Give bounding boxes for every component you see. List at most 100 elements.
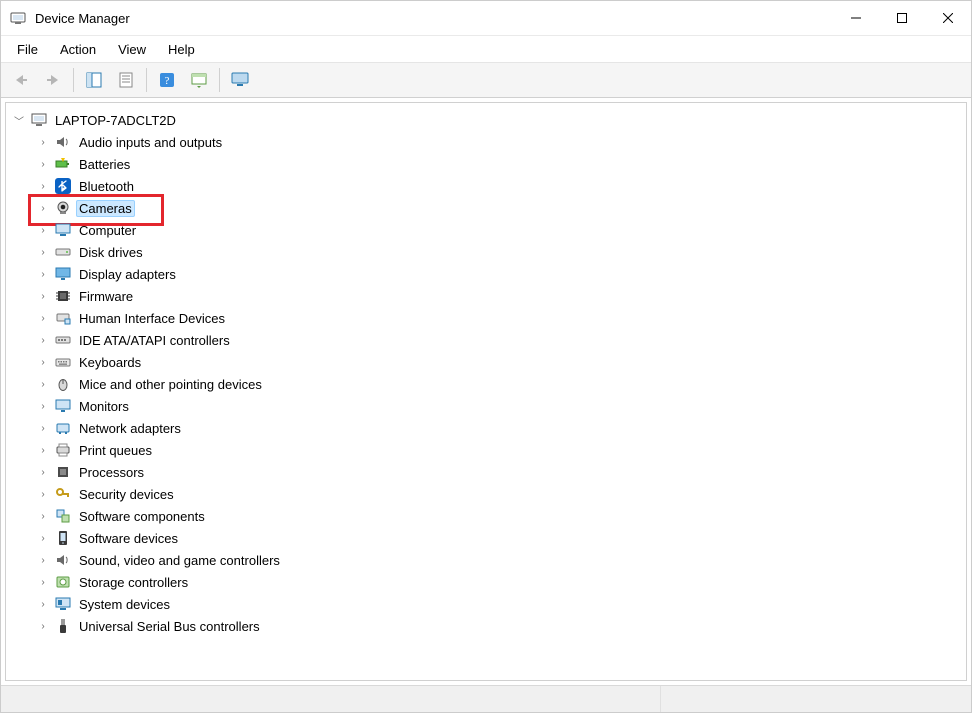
expand-icon[interactable]: › [36,509,50,523]
menu-view[interactable]: View [110,39,154,60]
tree-item-swdev[interactable]: ›Software devices [36,527,964,549]
expand-icon[interactable]: › [36,223,50,237]
tree-row[interactable]: ›Network adapters [36,417,964,439]
ide-icon [54,331,72,349]
tree-item-bluetooth[interactable]: ›Bluetooth [36,175,964,197]
expand-icon[interactable]: › [36,289,50,303]
minimize-button[interactable] [833,1,879,35]
nav-forward-button[interactable] [39,66,67,94]
tree-row[interactable]: › IDE ATA/ATAPI controllers [36,329,964,351]
tree-item-ide[interactable]: › IDE ATA/ATAPI controllers [36,329,964,351]
tree-row[interactable]: ›Cameras [36,197,964,219]
tree-row[interactable]: › Universal Serial Bus controllers [36,615,964,637]
tree-item-monitors[interactable]: ›Monitors [36,395,964,417]
properties-button[interactable] [112,66,140,94]
tree-item-network[interactable]: ›Network adapters [36,417,964,439]
tree-item-swcomp[interactable]: ›Software components [36,505,964,527]
expand-icon[interactable]: › [36,245,50,259]
tree-item-label: Processors [76,464,147,481]
expand-icon[interactable]: › [36,355,50,369]
expand-icon[interactable]: › [36,421,50,435]
display-icon [54,265,72,283]
tree-row[interactable]: ›Disk drives [36,241,964,263]
expand-icon[interactable]: › [36,575,50,589]
tree-item-label: System devices [76,596,173,613]
mouse-icon [54,375,72,393]
expand-icon[interactable]: › [36,201,50,215]
tree-row[interactable]: ›Print queues [36,439,964,461]
tree-row[interactable]: ›Software devices [36,527,964,549]
menu-help[interactable]: Help [160,39,203,60]
tree-item-label: IDE ATA/ATAPI controllers [76,332,233,349]
tree-item-cameras[interactable]: ›Cameras [36,197,964,219]
monitor-icon [54,221,72,239]
help-button[interactable]: ? [153,66,181,94]
show-hide-tree-button[interactable] [80,66,108,94]
tree-row[interactable]: ›Batteries [36,153,964,175]
chip-icon [54,287,72,305]
tree-item-batteries[interactable]: ›Batteries [36,153,964,175]
tree-row[interactable]: ›Display adapters [36,263,964,285]
tree-item-keyboards[interactable]: ›Keyboards [36,351,964,373]
expand-icon[interactable]: › [36,443,50,457]
tree-item-system[interactable]: › System devices [36,593,964,615]
tree-root[interactable]: ﹀ LAPTOP-7ADCLT2D ›Audio inputs and outp… [12,109,964,637]
collapse-icon[interactable]: ﹀ [12,113,26,127]
camera-icon [54,199,72,217]
tree-row[interactable]: ›Software components [36,505,964,527]
tree-row[interactable]: ›Bluetooth [36,175,964,197]
tree-item-processors[interactable]: › Processors [36,461,964,483]
expand-icon[interactable]: › [36,157,50,171]
expand-icon[interactable]: › [36,487,50,501]
tree-root-row[interactable]: ﹀ LAPTOP-7ADCLT2D [12,109,964,131]
tree-row[interactable]: ›Audio inputs and outputs [36,131,964,153]
tree-row[interactable]: ›Human Interface Devices [36,307,964,329]
tree-item-firmware[interactable]: ›Firmware [36,285,964,307]
expand-icon[interactable]: › [36,333,50,347]
expand-icon[interactable]: › [36,465,50,479]
expand-icon[interactable]: › [36,399,50,413]
tree-row[interactable]: ›Firmware [36,285,964,307]
tree-item-storage[interactable]: ›Storage controllers [36,571,964,593]
drive-icon [54,243,72,261]
device-tree-pane[interactable]: ﹀ LAPTOP-7ADCLT2D ›Audio inputs and outp… [5,102,967,681]
tree-item-security[interactable]: ›Security devices [36,483,964,505]
tree-item-display[interactable]: ›Display adapters [36,263,964,285]
menu-file[interactable]: File [9,39,46,60]
key-icon [54,485,72,503]
tree-item-sound[interactable]: ›Sound, video and game controllers [36,549,964,571]
tree-row[interactable]: › System devices [36,593,964,615]
expand-icon[interactable]: › [36,267,50,281]
tree-row[interactable]: ›Storage controllers [36,571,964,593]
expand-icon[interactable]: › [36,135,50,149]
tree-row[interactable]: ›Sound, video and game controllers [36,549,964,571]
expand-icon[interactable]: › [36,619,50,633]
tree-item-usb[interactable]: › Universal Serial Bus controllers [36,615,964,637]
tree-row[interactable]: ›Monitors [36,395,964,417]
tree-item-print[interactable]: ›Print queues [36,439,964,461]
expand-icon[interactable]: › [36,377,50,391]
expand-icon[interactable]: › [36,531,50,545]
devices-button[interactable] [226,66,254,94]
network-icon [54,419,72,437]
tree-row[interactable]: › Processors [36,461,964,483]
expand-icon[interactable]: › [36,311,50,325]
tree-item-hid[interactable]: ›Human Interface Devices [36,307,964,329]
expand-icon[interactable]: › [36,179,50,193]
tree-row[interactable]: ›Mice and other pointing devices [36,373,964,395]
tree-item-disk[interactable]: ›Disk drives [36,241,964,263]
nav-back-button[interactable] [7,66,35,94]
expand-icon[interactable]: › [36,597,50,611]
close-button[interactable] [925,1,971,35]
tree-item-label: Universal Serial Bus controllers [76,618,263,635]
tree-row[interactable]: ›Keyboards [36,351,964,373]
tree-row[interactable]: ›Computer [36,219,964,241]
scan-hardware-button[interactable] [185,66,213,94]
menu-action[interactable]: Action [52,39,104,60]
tree-item-mice[interactable]: ›Mice and other pointing devices [36,373,964,395]
tree-item-audio[interactable]: ›Audio inputs and outputs [36,131,964,153]
expand-icon[interactable]: › [36,553,50,567]
tree-row[interactable]: ›Security devices [36,483,964,505]
tree-item-computer[interactable]: ›Computer [36,219,964,241]
maximize-button[interactable] [879,1,925,35]
